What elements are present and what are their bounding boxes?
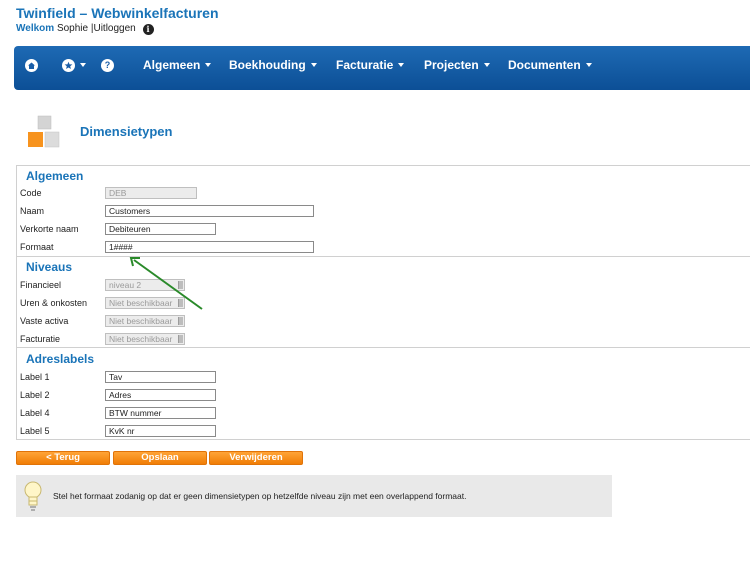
tip-text: Stel het formaat zodanig op dat er geen … bbox=[53, 491, 467, 501]
save-button[interactable]: Opslaan bbox=[113, 451, 207, 465]
delete-button[interactable]: Verwijderen bbox=[209, 451, 303, 465]
tip-box: Stel het formaat zodanig op dat er geen … bbox=[16, 475, 612, 517]
lightbulb-icon bbox=[24, 481, 42, 511]
back-button[interactable]: < Terug bbox=[16, 451, 110, 465]
